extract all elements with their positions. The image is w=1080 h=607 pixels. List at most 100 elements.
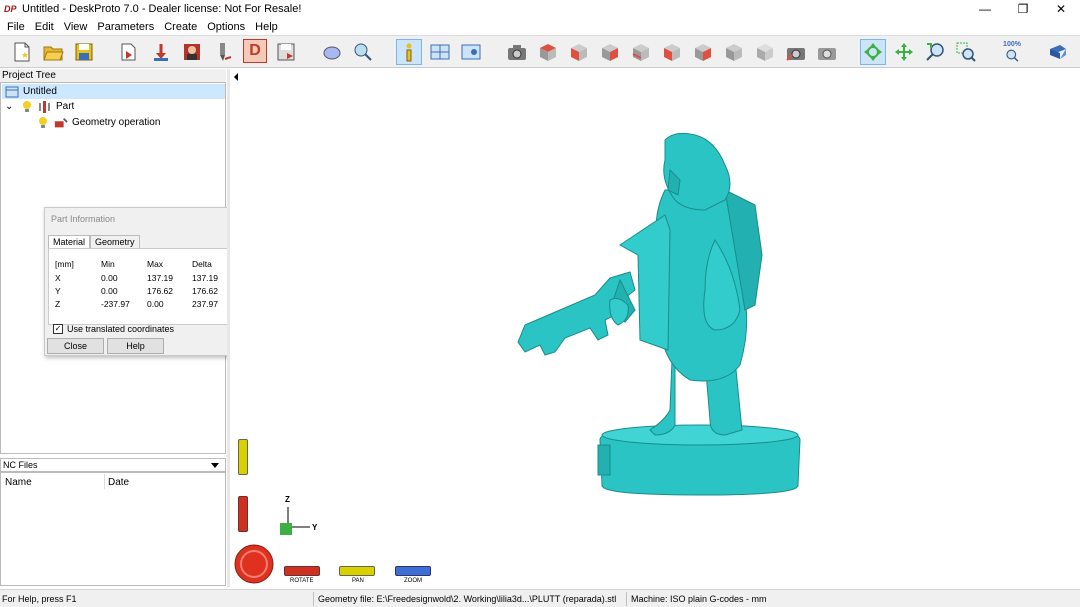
layout-icon[interactable] [427, 39, 453, 65]
3d-model-figure[interactable] [500, 130, 820, 500]
pan-horizontal-slider[interactable] [339, 566, 375, 576]
cube-gray-5-icon[interactable] [752, 39, 778, 65]
row-delta: 137.19 [192, 273, 218, 283]
expand-chevron-icon[interactable]: ⌄ [5, 101, 15, 112]
cube-gray-3-icon[interactable] [690, 39, 716, 65]
row-axis: Z [55, 299, 61, 309]
menu-help[interactable]: Help [250, 21, 283, 33]
d-parameters-icon[interactable]: D [243, 39, 267, 63]
checkmark-icon[interactable]: ✓ [53, 324, 63, 334]
tree-item-label: Part [56, 101, 75, 112]
zoom-icon[interactable] [922, 39, 948, 65]
use-translated-coordinates-checkbox[interactable]: ✓ Use translated coordinates [53, 324, 174, 334]
cube-red-top-icon[interactable] [535, 39, 561, 65]
collapse-panel-icon[interactable] [234, 73, 238, 81]
help-book-icon[interactable] [1045, 39, 1071, 65]
col-min: Min [101, 259, 115, 269]
axis-z-label: Z [285, 495, 290, 504]
part-shape-icon[interactable] [319, 39, 345, 65]
menu-create[interactable]: Create [159, 21, 202, 33]
lightbulb-icon[interactable] [36, 116, 50, 130]
move-part-icon[interactable] [148, 39, 174, 65]
dropdown-arrow-icon[interactable] [211, 463, 219, 468]
pan-icon[interactable] [891, 39, 917, 65]
pan-label: PAN [352, 578, 364, 584]
status-help-text: For Help, press F1 [2, 594, 77, 604]
row-min: 0.00 [101, 286, 118, 296]
part-information-dialog: Part Information Material Geometry [mm] … [44, 207, 245, 356]
axis-gizmo-icon [280, 507, 310, 535]
col-max: Max [147, 259, 164, 269]
dialog-title: Part Information [51, 214, 116, 224]
cube-red-right-icon[interactable] [597, 39, 623, 65]
tab-geometry[interactable]: Geometry [90, 235, 140, 248]
col-delta: Delta [192, 259, 212, 269]
info-icon[interactable] [396, 39, 422, 65]
rotate-dial-icon[interactable] [233, 543, 275, 585]
magnify-part-icon[interactable] [350, 39, 376, 65]
menu-file[interactable]: File [2, 21, 30, 33]
window-title: Untitled - DeskProto 7.0 - Dealer licens… [22, 3, 302, 15]
status-bar: For Help, press F1 Geometry file: E:\Fre… [0, 589, 1080, 607]
menu-bar: File Edit View Parameters Create Options… [0, 18, 1080, 35]
dimensions-table: [mm] Min Max Delta X 0.00 137.19 137.19 … [48, 248, 242, 325]
row-delta: 176.62 [192, 286, 218, 296]
row-min: 0.00 [101, 273, 118, 283]
menu-edit[interactable]: Edit [30, 21, 59, 33]
lightbulb-icon[interactable] [20, 100, 34, 114]
rotate-horizontal-slider[interactable] [284, 566, 320, 576]
zoom-horizontal-slider[interactable] [395, 566, 431, 576]
save-icon[interactable] [71, 39, 97, 65]
project-tree-header: Project Tree [0, 69, 226, 82]
row-max: 137.19 [147, 273, 173, 283]
status-divider [626, 592, 627, 606]
menu-options[interactable]: Options [202, 21, 250, 33]
toolbar: D 100% [0, 35, 1080, 68]
part-image-icon[interactable] [179, 39, 205, 65]
status-machine: Machine: ISO plain G-codes - mm [631, 594, 767, 604]
part-icon [38, 100, 52, 114]
camera-red-icon[interactable] [783, 39, 809, 65]
save-as-icon[interactable] [273, 39, 299, 65]
menu-view[interactable]: View [59, 21, 93, 33]
cube-gray-4-icon[interactable] [721, 39, 747, 65]
zoom-100-icon[interactable]: 100% [999, 39, 1025, 65]
help-button[interactable]: Help [107, 338, 164, 354]
nc-files-dropdown[interactable]: NC Files [0, 458, 226, 472]
column-divider[interactable] [104, 474, 105, 489]
status-divider [313, 592, 314, 606]
camera-icon[interactable] [504, 39, 530, 65]
tree-item-untitled[interactable]: Untitled [2, 84, 225, 99]
column-header-name[interactable]: Name [5, 477, 32, 488]
tree-item-geometry-operation[interactable]: Geometry operation [36, 115, 160, 130]
tab-material[interactable]: Material [48, 235, 91, 248]
zoom-window-icon[interactable] [953, 39, 979, 65]
tool-icon[interactable] [210, 39, 236, 65]
rotate-vertical-slider[interactable] [238, 496, 248, 532]
cube-gray-1-icon[interactable] [628, 39, 654, 65]
row-axis: X [55, 273, 61, 283]
minimize-button[interactable]: — [966, 0, 1004, 18]
new-file-icon[interactable] [9, 39, 35, 65]
load-geometry-icon[interactable] [116, 39, 142, 65]
restore-button[interactable]: ❐ [1004, 0, 1042, 18]
open-folder-icon[interactable] [40, 39, 66, 65]
nc-files-list: Name Date [0, 472, 226, 586]
camera-gray-icon[interactable] [814, 39, 840, 65]
tree-item-label: Untitled [23, 86, 57, 97]
rotate-label: ROTATE [290, 578, 314, 584]
rotate-icon[interactable] [860, 39, 886, 65]
cube-red-front-icon[interactable] [566, 39, 592, 65]
cube-gray-2-icon[interactable] [659, 39, 685, 65]
column-header-date[interactable]: Date [108, 477, 129, 488]
close-button[interactable]: Close [47, 338, 104, 354]
pan-vertical-slider[interactable] [238, 439, 248, 475]
close-button[interactable]: ✕ [1042, 0, 1080, 18]
geometry-operation-icon [54, 116, 68, 130]
tree-item-part[interactable]: ⌄ Part [5, 99, 74, 114]
tree-item-label: Geometry operation [72, 117, 161, 128]
zoom-label: ZOOM [404, 578, 422, 584]
menu-parameters[interactable]: Parameters [92, 21, 159, 33]
view-window-icon[interactable] [458, 39, 484, 65]
row-max: 176.62 [147, 286, 173, 296]
